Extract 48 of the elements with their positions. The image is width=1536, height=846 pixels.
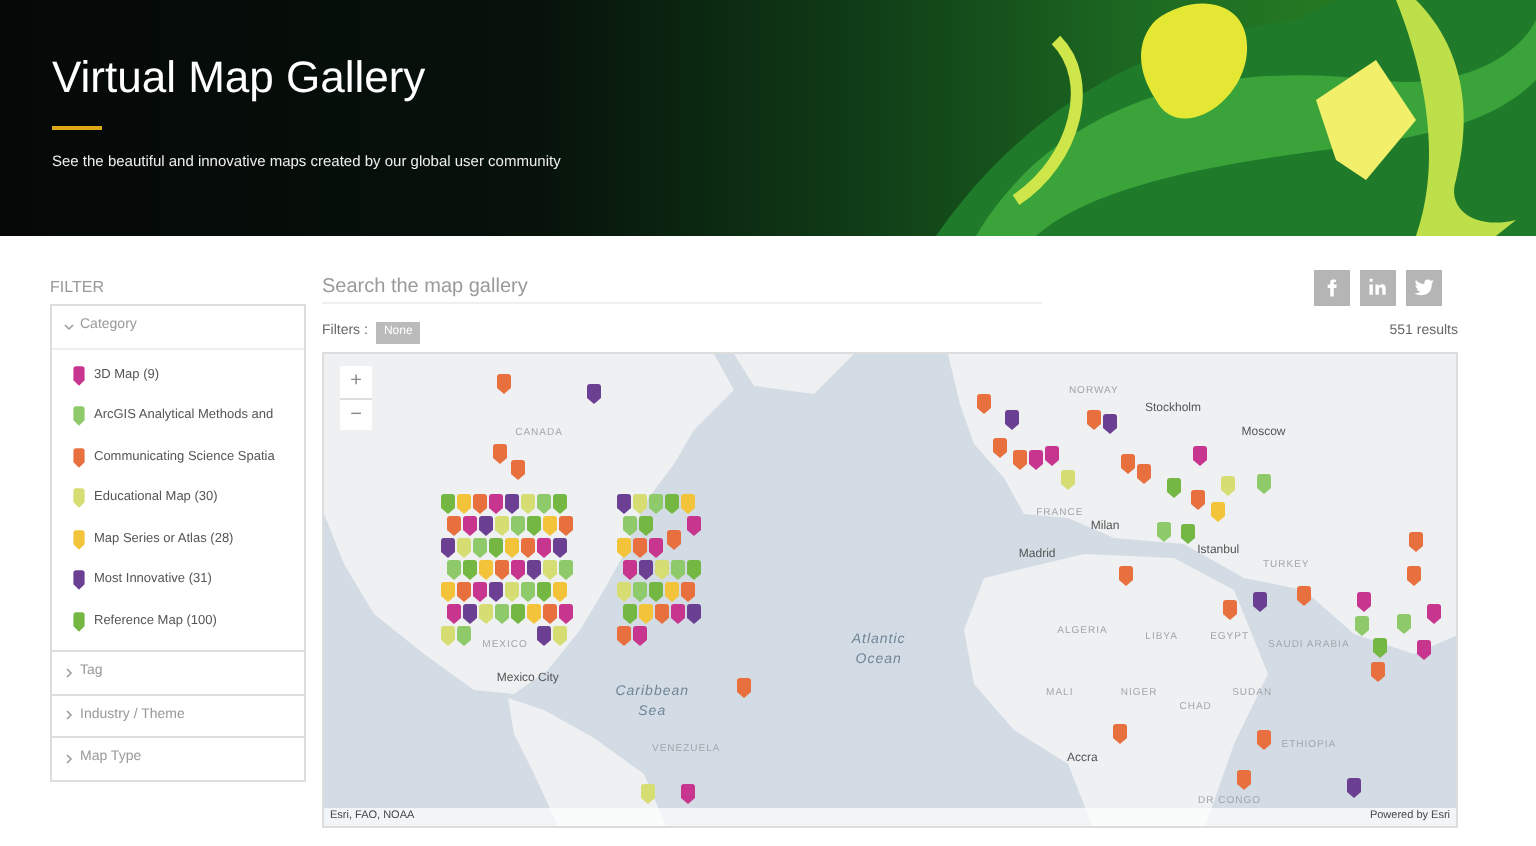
map-pin[interactable] xyxy=(537,538,551,558)
map-pin[interactable] xyxy=(1347,778,1361,798)
map-pin[interactable] xyxy=(441,538,455,558)
map-pin[interactable] xyxy=(537,626,551,646)
zoom-out-button[interactable]: − xyxy=(340,398,372,430)
map-pin[interactable] xyxy=(671,604,685,624)
map-pin[interactable] xyxy=(1045,446,1059,466)
map-pin[interactable] xyxy=(489,582,503,602)
map-pin[interactable] xyxy=(639,560,653,580)
map-pin[interactable] xyxy=(463,516,477,536)
facebook-share-button[interactable] xyxy=(1314,270,1350,306)
map-pin[interactable] xyxy=(617,494,631,514)
map-pin[interactable] xyxy=(1357,592,1371,612)
map-pin[interactable] xyxy=(1253,592,1267,612)
twitter-icon xyxy=(1412,276,1436,300)
map-pin[interactable] xyxy=(553,538,567,558)
chevron-right-icon xyxy=(64,710,74,721)
linkedin-icon xyxy=(1366,276,1390,300)
chevron-right-icon xyxy=(64,753,74,764)
map-pin[interactable] xyxy=(479,516,493,536)
map-pin[interactable] xyxy=(1005,410,1019,430)
map-pin[interactable] xyxy=(1029,450,1043,470)
chevron-right-icon xyxy=(64,667,74,678)
chevron-down-icon xyxy=(64,321,74,332)
map-pin[interactable] xyxy=(527,560,541,580)
map-pin[interactable] xyxy=(649,538,663,558)
map-pin[interactable] xyxy=(687,604,701,624)
page-title: Virtual Map Gallery xyxy=(52,52,428,105)
map-pin[interactable] xyxy=(633,626,647,646)
map-pin[interactable] xyxy=(587,384,601,404)
map-pin[interactable] xyxy=(447,604,461,624)
map-pin[interactable] xyxy=(559,604,573,624)
map-pin[interactable] xyxy=(505,494,519,514)
map-pin[interactable] xyxy=(623,560,637,580)
map-pin[interactable] xyxy=(681,784,695,804)
map-pin[interactable] xyxy=(1103,414,1117,434)
filter-heading: FILTER xyxy=(50,276,106,300)
map-pin[interactable] xyxy=(489,494,503,514)
map-pin[interactable] xyxy=(1427,604,1441,624)
search-field[interactable]: Search the map gallery xyxy=(322,272,1042,304)
linkedin-share-button[interactable] xyxy=(1360,270,1396,306)
map-pin[interactable] xyxy=(473,582,487,602)
map-pin[interactable] xyxy=(1417,640,1431,660)
twitter-share-button[interactable] xyxy=(1406,270,1442,306)
map-pin[interactable] xyxy=(687,516,701,536)
map-pin[interactable] xyxy=(511,560,525,580)
map-pin[interactable] xyxy=(463,604,477,624)
map-pin[interactable] xyxy=(1193,446,1207,466)
